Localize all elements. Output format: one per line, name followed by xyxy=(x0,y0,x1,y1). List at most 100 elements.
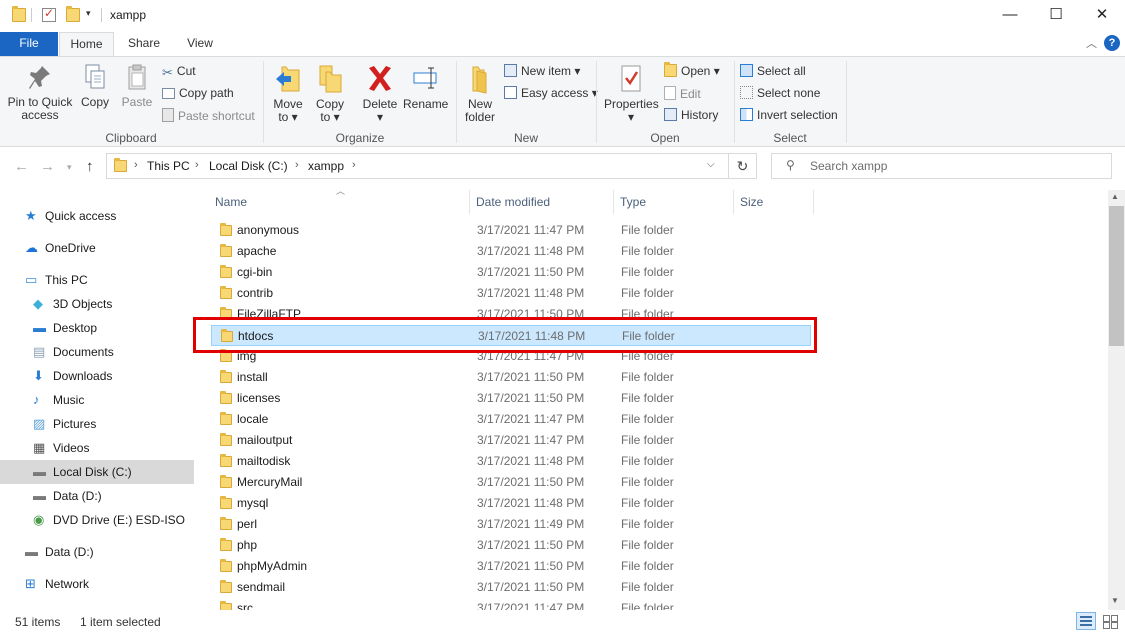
collapse-ribbon-chevron-icon[interactable]: ︿ xyxy=(1086,35,1097,51)
invert-selection-button[interactable]: Invert selection xyxy=(740,108,838,122)
file-date: 3/17/2021 11:50 PM xyxy=(477,391,585,405)
nav-item[interactable]: ⬇ Downloads xyxy=(0,364,194,388)
paste-shortcut-button[interactable]: Paste shortcut xyxy=(162,108,255,123)
paste-label: Paste xyxy=(121,95,153,109)
help-icon[interactable]: ? xyxy=(1104,35,1120,51)
search-box[interactable]: ⚲ Search xampp xyxy=(771,153,1112,179)
history-button[interactable]: History xyxy=(664,108,718,122)
file-row[interactable]: mailtodisk 3/17/2021 11:48 PM File folder xyxy=(211,451,811,472)
close-button[interactable]: ✕ xyxy=(1079,0,1125,32)
column-divider[interactable] xyxy=(813,190,814,214)
cut-button[interactable]: ✂ Cut xyxy=(162,64,196,80)
nav-item[interactable]: ▬ Desktop xyxy=(0,316,194,340)
nav-item[interactable]: ★ Quick access xyxy=(0,204,194,228)
group-label-select: Select xyxy=(773,131,807,145)
new-folder-quick-icon[interactable] xyxy=(66,6,80,22)
recent-locations-chevron-icon[interactable]: ▾ xyxy=(67,162,72,173)
file-row[interactable]: perl 3/17/2021 11:49 PM File folder xyxy=(211,514,811,535)
scrollbar-thumb[interactable] xyxy=(1109,206,1124,346)
file-row[interactable]: php 3/17/2021 11:50 PM File folder xyxy=(211,535,811,556)
file-row[interactable]: cgi-bin 3/17/2021 11:50 PM File folder xyxy=(211,262,811,283)
details-view-button[interactable] xyxy=(1076,612,1096,630)
select-none-button[interactable]: Select none xyxy=(740,86,820,100)
copy-to-button[interactable]: Copy to ▾ xyxy=(310,63,350,124)
column-divider[interactable] xyxy=(613,190,614,214)
folder-icon xyxy=(220,538,232,551)
file-row[interactable]: anonymous 3/17/2021 11:47 PM File folder xyxy=(211,220,811,241)
move-to-button[interactable]: Move to ▾ xyxy=(268,63,308,124)
file-row[interactable]: MercuryMail 3/17/2021 11:50 PM File folder xyxy=(211,472,811,493)
column-header-size[interactable]: Size xyxy=(740,190,763,214)
file-row[interactable]: licenses 3/17/2021 11:50 PM File folder xyxy=(211,388,811,409)
refresh-button[interactable]: ↻ xyxy=(729,153,757,179)
scroll-up-arrow-icon[interactable]: ▲ xyxy=(1111,192,1119,201)
file-row[interactable]: mysql 3/17/2021 11:48 PM File folder xyxy=(211,493,811,514)
tab-share[interactable]: Share xyxy=(120,32,168,56)
file-row[interactable]: contrib 3/17/2021 11:48 PM File folder xyxy=(211,283,811,304)
file-row[interactable]: mailoutput 3/17/2021 11:47 PM File folder xyxy=(211,430,811,451)
maximize-button[interactable]: ☐ xyxy=(1033,0,1079,32)
column-divider[interactable] xyxy=(469,190,470,214)
minimize-button[interactable]: — xyxy=(987,0,1033,32)
copy-path-button[interactable]: Copy path xyxy=(162,86,234,100)
nav-item[interactable]: ♪ Music xyxy=(0,388,194,412)
tab-view[interactable]: View xyxy=(176,32,224,56)
nav-item[interactable]: ⊞ Network xyxy=(0,572,194,596)
nav-item[interactable]: ▬ Data (D:) xyxy=(0,484,194,508)
file-type: File folder xyxy=(621,244,674,258)
nav-item[interactable]: ▨ Pictures xyxy=(0,412,194,436)
copy-to-label2: to ▾ xyxy=(320,110,340,124)
nav-item[interactable]: ▬ Data (D:) xyxy=(0,540,194,564)
copy-button[interactable]: Copy xyxy=(77,63,113,109)
address-bar[interactable]: › This PC › Local Disk (C:) › xampp › ⌵ xyxy=(106,153,729,179)
file-row[interactable]: install 3/17/2021 11:50 PM File folder xyxy=(211,367,811,388)
nav-item[interactable]: ▭ This PC xyxy=(0,268,194,292)
tab-file[interactable]: File xyxy=(0,32,58,56)
properties-button[interactable]: Properties ▾ xyxy=(604,63,659,124)
new-item-button[interactable]: New item ▾ xyxy=(504,64,580,78)
column-divider[interactable] xyxy=(733,190,734,214)
breadcrumb-local-disk[interactable]: Local Disk (C:) xyxy=(209,159,288,173)
rename-button[interactable]: Rename xyxy=(403,63,448,111)
file-row[interactable]: sendmail 3/17/2021 11:50 PM File folder xyxy=(211,577,811,598)
breadcrumb-xampp[interactable]: xampp xyxy=(308,159,344,173)
column-header-date[interactable]: Date modified xyxy=(476,190,550,214)
edit-button[interactable]: Edit xyxy=(664,86,701,101)
paste-shortcut-icon xyxy=(162,108,174,122)
properties-check-icon[interactable]: ✓ xyxy=(42,6,56,22)
file-date: 3/17/2021 11:50 PM xyxy=(477,370,585,384)
select-all-button[interactable]: Select all xyxy=(740,64,806,78)
search-icon: ⚲ xyxy=(786,158,795,172)
nav-item[interactable]: ◆ 3D Objects xyxy=(0,292,194,316)
search-input[interactable]: Search xampp xyxy=(810,159,887,173)
scroll-down-arrow-icon[interactable]: ▼ xyxy=(1111,596,1119,605)
file-row[interactable]: phpMyAdmin 3/17/2021 11:50 PM File folder xyxy=(211,556,811,577)
nav-item[interactable]: ☁ OneDrive xyxy=(0,236,194,260)
nav-item[interactable]: ▦ Videos xyxy=(0,436,194,460)
folder-icon xyxy=(220,517,232,530)
customize-toolbar-chevron-icon[interactable]: ▾ xyxy=(86,8,91,19)
file-row[interactable]: locale 3/17/2021 11:47 PM File folder xyxy=(211,409,811,430)
forward-arrow-icon[interactable]: → xyxy=(40,158,55,175)
new-folder-button[interactable]: New folder xyxy=(460,63,500,124)
folder-icon xyxy=(220,370,232,383)
breadcrumb-this-pc[interactable]: This PC xyxy=(147,159,190,173)
tab-home[interactable]: Home xyxy=(59,32,114,56)
nav-item[interactable]: ▬ Local Disk (C:) xyxy=(0,460,194,484)
nav-item[interactable]: ◉ DVD Drive (E:) ESD-ISO xyxy=(0,508,194,532)
file-row[interactable]: src 3/17/2021 11:47 PM File folder xyxy=(211,598,811,610)
column-header-type[interactable]: Type xyxy=(620,190,646,214)
open-button[interactable]: Open ▾ xyxy=(664,62,720,78)
delete-button[interactable]: Delete ▾ xyxy=(360,63,400,124)
details-view-icon xyxy=(1080,616,1092,618)
large-icons-view-button[interactable] xyxy=(1101,613,1119,629)
column-header-name[interactable]: Name xyxy=(215,190,247,214)
address-history-chevron-icon[interactable]: ⌵ xyxy=(707,159,715,170)
back-arrow-icon[interactable]: ← xyxy=(14,158,29,175)
easy-access-button[interactable]: Easy access ▾ xyxy=(504,86,598,100)
nav-item[interactable]: ▤ Documents xyxy=(0,340,194,364)
pin-to-quick-access-button[interactable]: Pin to Quick access xyxy=(4,63,76,122)
file-row[interactable]: apache 3/17/2021 11:48 PM File folder xyxy=(211,241,811,262)
paste-button[interactable]: Paste xyxy=(119,63,155,109)
up-arrow-icon[interactable]: ↑ xyxy=(86,158,94,175)
